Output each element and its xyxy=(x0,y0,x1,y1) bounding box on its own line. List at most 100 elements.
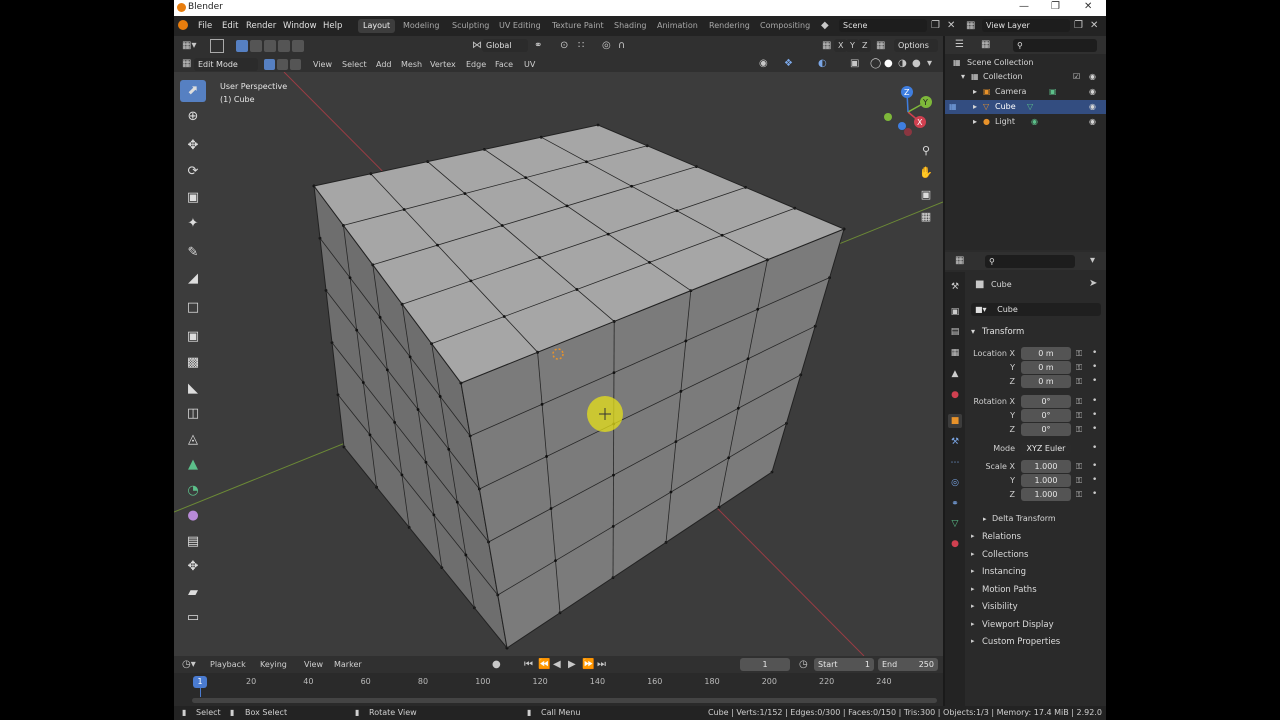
jump-end-icon[interactable]: ⏭ xyxy=(597,660,606,670)
smooth-tool[interactable]: ● xyxy=(180,505,206,527)
visibility-icon[interactable]: ◉ xyxy=(759,59,768,69)
properties-search[interactable]: ⚲ xyxy=(985,255,1075,268)
timeline-editor-icon[interactable]: ◷▾ xyxy=(182,660,196,670)
perspective-toggle-icon[interactable]: ▦ xyxy=(917,208,935,226)
scene-selector[interactable]: Scene xyxy=(839,19,927,32)
overlay-toggle-icon[interactable]: ◐ xyxy=(818,59,827,69)
vertex-select-icon[interactable] xyxy=(264,59,275,70)
scale-z-field[interactable]: 1.000 xyxy=(1021,488,1071,501)
tab-shading[interactable]: Shading xyxy=(609,19,652,33)
tab-rendering[interactable]: Rendering xyxy=(704,19,755,33)
section-arrow-icon[interactable]: ▸ xyxy=(971,620,975,628)
outliner-row-camera[interactable]: ▸ ▣ Camera ▣ ◉ xyxy=(945,85,1106,99)
chevron-down-icon[interactable]: ▾ xyxy=(1090,256,1095,266)
menu-file[interactable]: File xyxy=(198,21,212,31)
mirror-z-button[interactable]: Z xyxy=(858,39,872,52)
section-instancing[interactable]: Instancing xyxy=(982,567,1026,577)
zoom-icon[interactable]: ⚲ xyxy=(917,142,935,160)
orientation-dropdown[interactable]: Global xyxy=(482,39,528,52)
pan-hand-icon[interactable]: ✋ xyxy=(917,164,935,182)
section-arrow-icon[interactable]: ▸ xyxy=(971,567,975,575)
editor-type-icon[interactable]: ▦▾ xyxy=(182,41,196,51)
outliner-search[interactable]: ⚲ xyxy=(1013,39,1097,52)
scene-icon[interactable]: ◆ xyxy=(821,21,829,31)
add-cube-tool[interactable]: □ xyxy=(180,297,206,319)
section-arrow-icon[interactable]: ▸ xyxy=(971,602,975,610)
rotation-mode-dropdown[interactable]: XYZ Euler xyxy=(1021,442,1071,455)
section-viewport-display[interactable]: Viewport Display xyxy=(982,620,1054,630)
menu-render[interactable]: Render xyxy=(246,21,276,31)
options-dropdown[interactable]: Options xyxy=(894,39,938,52)
timeline-view-menu[interactable]: View xyxy=(300,658,327,671)
menu-edit[interactable]: Edit xyxy=(222,21,238,31)
render-tab-icon[interactable]: ▣ xyxy=(948,305,962,319)
new-scene-icon[interactable]: ❐ xyxy=(931,21,940,31)
jump-keyframe-forward-icon[interactable]: ⏩ xyxy=(582,660,594,670)
rotate-tool[interactable]: ⟳ xyxy=(180,161,206,183)
section-collections[interactable]: Collections xyxy=(982,550,1028,560)
marker-menu[interactable]: Marker xyxy=(330,658,366,671)
view-layer-tab-icon[interactable]: ▦ xyxy=(948,346,962,360)
play-reverse-icon[interactable]: ◀ xyxy=(553,660,561,670)
menu-uv[interactable]: UV xyxy=(520,58,539,71)
frame-ruler[interactable]: 1 20 40 60 80 100 120 140 160 180 200 220 240 xyxy=(174,675,943,697)
jump-start-icon[interactable]: ⏮ xyxy=(524,660,533,670)
annotate-tool[interactable]: ✎ xyxy=(180,242,206,264)
display-mode-icon[interactable]: ▦ xyxy=(981,40,990,50)
location-x-field[interactable]: 0 m xyxy=(1021,347,1071,360)
outliner-row-light[interactable]: ▸ ● Light ◉ ◉ xyxy=(945,115,1106,129)
constraints-tab-icon[interactable]: ⚭ xyxy=(948,497,962,511)
delete-view-layer-icon[interactable]: ✕ xyxy=(1090,21,1098,31)
expand-arrow-icon[interactable]: ▸ xyxy=(973,85,977,99)
lock-icon[interactable]: ⚿ xyxy=(1076,462,1082,472)
face-select-icon[interactable] xyxy=(290,59,301,70)
bevel-tool[interactable]: ◣ xyxy=(180,378,206,400)
mode-dropdown[interactable]: Edit Mode xyxy=(194,58,258,71)
output-tab-icon[interactable]: ▤ xyxy=(948,325,962,339)
keyframe-dot-icon[interactable]: • xyxy=(1092,461,1097,471)
navigation-gizmo[interactable]: X Y Z xyxy=(880,84,940,144)
view-layer-icon[interactable]: ▦ xyxy=(966,21,975,31)
pin-icon[interactable]: ➤ xyxy=(1089,279,1097,289)
section-custom-properties[interactable]: Custom Properties xyxy=(982,637,1060,647)
tab-modeling[interactable]: Modeling xyxy=(398,19,444,33)
eye-icon[interactable]: ◉ xyxy=(1089,115,1096,129)
keyframe-dot-icon[interactable]: • xyxy=(1092,396,1097,406)
poly-build-tool[interactable]: ▲ xyxy=(180,454,206,476)
material-tab-icon[interactable]: ● xyxy=(948,537,962,551)
physics-tab-icon[interactable]: ◎ xyxy=(948,476,962,490)
tab-texture-paint[interactable]: Texture Paint xyxy=(547,19,609,33)
start-frame-field[interactable]: Start 1 xyxy=(814,658,874,671)
lock-icon[interactable]: ⚿ xyxy=(1076,349,1082,359)
particles-tab-icon[interactable]: ⋯ xyxy=(948,456,962,470)
material-shading-icon[interactable]: ◑ xyxy=(898,59,907,69)
play-icon[interactable]: ▶ xyxy=(568,660,576,670)
wireframe-shading-icon[interactable]: ◯ xyxy=(870,59,881,69)
tab-animation[interactable]: Animation xyxy=(652,19,703,33)
keyframe-dot-icon[interactable]: • xyxy=(1092,443,1097,453)
maximize-icon[interactable]: ❐ xyxy=(1051,1,1060,12)
gizmo-neg-y[interactable] xyxy=(898,122,906,130)
proportional-edit-icon[interactable]: ◎ xyxy=(602,41,611,51)
close-icon[interactable]: ✕ xyxy=(1084,1,1092,12)
move-tool[interactable]: ✥ xyxy=(180,135,206,157)
outliner-row-collection[interactable]: ▾ ▦ Collection ☑ ◉ xyxy=(945,70,1106,84)
lock-icon[interactable]: ⚿ xyxy=(1076,411,1082,421)
keyframe-dot-icon[interactable]: • xyxy=(1092,348,1097,358)
gizmo-neg-x[interactable] xyxy=(884,113,892,121)
lock-icon[interactable]: ⚿ xyxy=(1076,377,1082,387)
expand-arrow-icon[interactable]: ▾ xyxy=(961,70,965,84)
clock-icon[interactable]: ◷ xyxy=(799,660,808,670)
lock-icon[interactable]: ⚿ xyxy=(1076,397,1082,407)
location-z-field[interactable]: 0 m xyxy=(1021,375,1071,388)
expand-arrow-icon[interactable]: ▸ xyxy=(973,115,977,129)
scale-tool[interactable]: ▣ xyxy=(180,187,206,209)
section-arrow-icon[interactable]: ▸ xyxy=(971,637,975,645)
select-tool-icon[interactable] xyxy=(210,39,224,53)
tab-compositing[interactable]: Compositing xyxy=(755,19,815,33)
mirror-icon[interactable]: ▦ xyxy=(822,41,831,51)
menu-view[interactable]: View xyxy=(309,58,336,71)
lock-icon[interactable]: ⚿ xyxy=(1076,490,1082,500)
tab-layout[interactable]: Layout xyxy=(358,19,396,33)
minimize-icon[interactable]: — xyxy=(1019,1,1029,12)
